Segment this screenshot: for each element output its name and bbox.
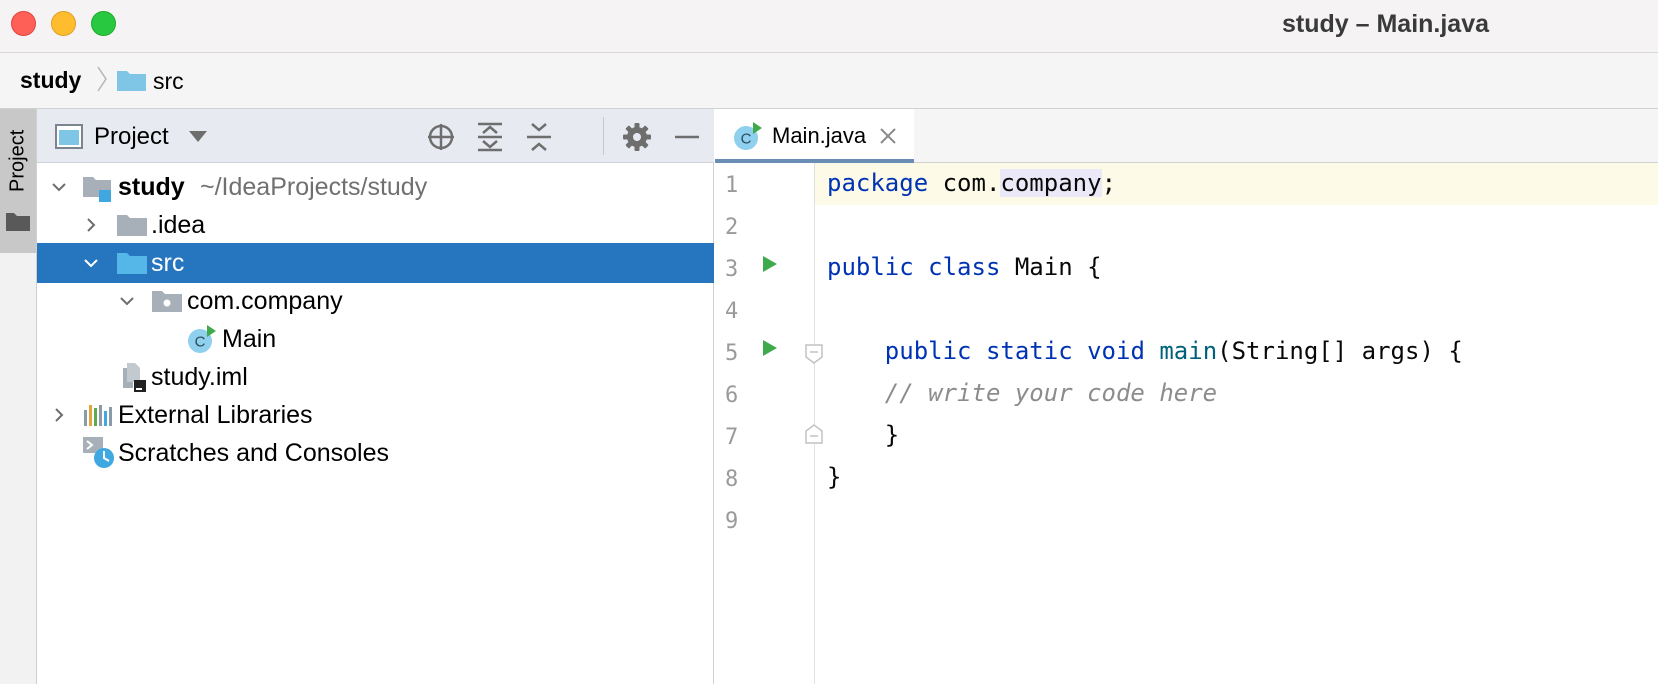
tree-item-study[interactable]: study ~/IdeaProjects/study: [37, 167, 714, 207]
tree-item-study-iml[interactable]: study.iml: [37, 357, 714, 397]
tree-item-idea[interactable]: .idea: [37, 205, 714, 245]
chevron-down-icon[interactable]: [83, 255, 99, 271]
identifier-highlight: company: [1000, 169, 1102, 197]
tab-label: Main.java: [772, 123, 867, 148]
toolbar-divider: [603, 117, 604, 155]
package-icon: [152, 291, 182, 312]
keyword: public: [827, 253, 914, 281]
line-number: 8: [725, 467, 739, 492]
chevron-down-icon[interactable]: [51, 179, 67, 195]
line-number: 1: [725, 173, 739, 198]
scratches-icon: [83, 437, 114, 468]
code-line-1: package com.company;: [827, 169, 1116, 197]
tree-item-main[interactable]: C Main: [37, 319, 714, 359]
tree-item-path: ~/IdeaProjects/study: [200, 173, 428, 201]
chevron-down-icon[interactable]: [189, 131, 207, 143]
source-folder-icon: [117, 253, 147, 274]
module-folder-icon: [83, 177, 111, 202]
breadcrumb-separator-icon: [97, 66, 107, 92]
run-icon[interactable]: [762, 339, 778, 357]
navigation-bar: study src: [0, 53, 1658, 109]
project-tool-window-button[interactable]: Project: [0, 109, 36, 253]
tab-main-java[interactable]: C Main.java: [715, 109, 914, 163]
line-number: 2: [725, 215, 739, 240]
project-view-icon: [55, 124, 83, 149]
code-line-7: }: [827, 421, 900, 449]
code-text: ;: [1101, 169, 1117, 197]
chevron-right-icon[interactable]: [83, 217, 99, 233]
line-number: 7: [725, 425, 739, 450]
code-line-5: public static void main(String[] args) {: [827, 337, 1463, 365]
tool-window-stripe: Project: [0, 109, 37, 684]
locate-icon[interactable]: [425, 121, 457, 153]
editor-tab-bar: C Main.java: [715, 109, 1658, 163]
tree-item-label: Main: [222, 325, 277, 353]
chevron-right-icon[interactable]: [51, 407, 67, 423]
tree-item-com-company[interactable]: com.company: [37, 281, 714, 321]
project-panel: Project study ~/IdeaProjects/study .idea…: [37, 109, 714, 684]
code-text: (String[] args) {: [1217, 337, 1463, 365]
tree-item-scratches-and-consoles[interactable]: Scratches and Consoles: [37, 433, 714, 473]
svg-text:C: C: [195, 334, 206, 351]
java-class-icon: C: [734, 122, 762, 150]
editor-gutter: 1 2 3 4 5 6 7 8 9: [715, 163, 823, 684]
folder-icon: [117, 71, 146, 91]
tree-item-label: Scratches and Consoles: [118, 439, 389, 467]
keyword: static: [985, 337, 1073, 365]
minimize-window-button[interactable]: [51, 11, 76, 36]
code-line-3: public class Main {: [827, 253, 1102, 281]
tree-item-label: study: [118, 173, 185, 201]
line-number: 3: [725, 257, 739, 282]
keyword: package: [827, 169, 929, 197]
code-area[interactable]: package com.company; public class Main {…: [815, 163, 1658, 684]
tree-item-label: study.iml: [151, 363, 248, 391]
iml-file-icon: [123, 363, 146, 392]
close-window-button[interactable]: [11, 11, 36, 36]
title-bar: study – Main.java: [0, 0, 1658, 53]
tree-item-label: .idea: [151, 211, 206, 239]
code-editor: C Main.java 1 2 3 4 5 6 7 8 9 package co…: [715, 109, 1658, 684]
code-text: com.: [928, 169, 1001, 197]
close-icon[interactable]: [879, 127, 897, 145]
code-text: Main {: [1000, 253, 1102, 281]
gear-icon[interactable]: [621, 121, 653, 153]
folder-icon: [117, 215, 147, 236]
breadcrumb-project[interactable]: study: [20, 67, 81, 94]
code-line-6: // write your code here: [827, 379, 1218, 407]
libraries-icon: [84, 405, 112, 426]
folder-icon: [6, 213, 30, 231]
window-title: study – Main.java: [1282, 10, 1490, 38]
method-name: main: [1159, 337, 1218, 365]
project-panel-header: Project: [37, 109, 714, 163]
expand-all-icon[interactable]: [474, 121, 506, 153]
line-number: 6: [725, 383, 739, 408]
tree-item-label: com.company: [187, 287, 343, 315]
line-number: 5: [725, 341, 739, 366]
line-number: 4: [725, 299, 739, 324]
breadcrumb-src[interactable]: src: [153, 68, 184, 95]
line-number: 9: [725, 509, 739, 534]
svg-text:C: C: [741, 131, 752, 148]
collapse-all-icon[interactable]: [523, 121, 555, 153]
keyword: void: [1087, 337, 1145, 365]
tree-item-external-libraries[interactable]: External Libraries: [37, 395, 714, 435]
tree-item-label: src: [151, 249, 185, 277]
java-class-icon: C: [188, 325, 216, 353]
chevron-down-icon[interactable]: [119, 293, 135, 309]
tree-item-src[interactable]: src: [37, 243, 714, 283]
keyword: public: [884, 337, 972, 365]
code-line-8: }: [827, 463, 842, 491]
minimize-icon[interactable]: [671, 121, 703, 153]
project-view-selector[interactable]: Project: [94, 123, 169, 151]
stripe-label: Project: [6, 129, 29, 193]
tree-item-label: External Libraries: [118, 401, 313, 429]
maximize-window-button[interactable]: [91, 11, 116, 36]
run-icon[interactable]: [762, 255, 778, 273]
keyword: class: [928, 253, 1001, 281]
